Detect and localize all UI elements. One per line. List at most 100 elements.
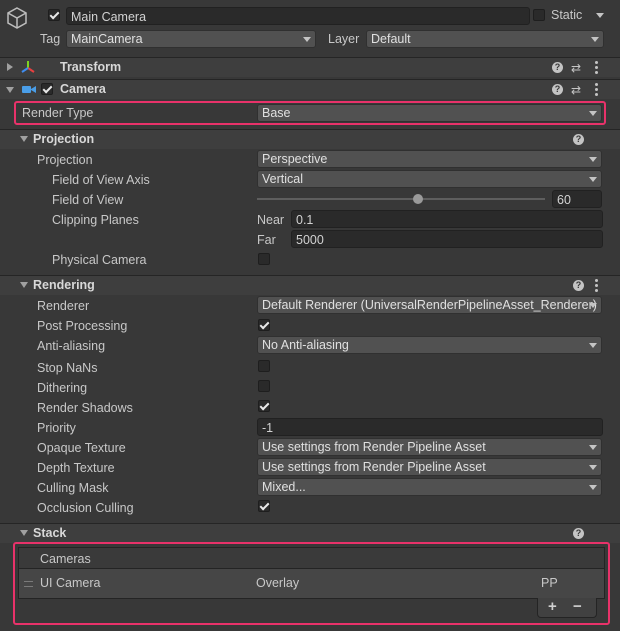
renderer-value: Default Renderer (UniversalRenderPipelin… <box>262 298 597 312</box>
projection-value: Perspective <box>262 152 328 166</box>
opaque-texture-dropdown[interactable]: Use settings from Render Pipeline Asset <box>257 438 602 456</box>
render-type-value: Base <box>262 106 291 120</box>
dithering-checkbox[interactable] <box>258 380 270 392</box>
chevron-down-icon <box>589 111 597 116</box>
fov-slider-track <box>257 198 545 200</box>
culling-mask-dropdown[interactable]: Mixed... <box>257 478 602 496</box>
object-name-field[interactable]: Main Camera <box>66 7 530 25</box>
rendering-header[interactable]: Rendering ? <box>0 275 620 295</box>
physical-camera-label: Physical Camera <box>52 253 147 267</box>
occlusion-culling-label: Occlusion Culling <box>37 501 134 515</box>
preset-icon[interactable]: ⇄ <box>571 61 581 75</box>
fold-down-icon[interactable] <box>20 136 28 142</box>
static-label: Static <box>551 8 583 22</box>
chevron-down-icon <box>589 177 597 182</box>
fold-right-icon[interactable] <box>7 63 13 71</box>
layer-value: Default <box>371 32 411 46</box>
occlusion-culling-checkbox[interactable] <box>258 500 270 512</box>
layer-dropdown[interactable]: Default <box>366 30 604 48</box>
preset-icon[interactable]: ⇄ <box>571 83 581 97</box>
near-label: Near <box>257 213 285 227</box>
projection-dropdown[interactable]: Perspective <box>257 150 602 168</box>
more-options-icon[interactable] <box>595 83 598 98</box>
cameras-list: Cameras UI Camera Overlay PP <box>18 547 605 599</box>
more-options-icon[interactable] <box>595 279 598 294</box>
fov-axis-dropdown[interactable]: Vertical <box>257 170 602 188</box>
fov-value-field[interactable]: 60 <box>552 190 602 208</box>
physical-camera-checkbox[interactable] <box>258 253 270 265</box>
stack-add-remove-footer: + − <box>537 598 597 618</box>
culling-mask-label: Culling Mask <box>37 481 109 495</box>
near-field[interactable]: 0.1 <box>291 210 603 228</box>
renderer-label: Renderer <box>37 299 90 313</box>
fov-label: Field of View <box>52 193 124 207</box>
fov-slider[interactable] <box>257 190 545 208</box>
chevron-down-icon <box>589 465 597 470</box>
stack-header[interactable]: Stack ? <box>0 523 620 543</box>
render-type-label: Render Type <box>22 106 94 120</box>
camera-header[interactable]: Camera ? ⇄ <box>0 79 620 99</box>
list-item[interactable]: UI Camera Overlay PP <box>19 569 604 598</box>
cameras-list-header: Cameras <box>19 548 604 569</box>
tag-value: MainCamera <box>71 32 143 46</box>
transform-icon <box>21 60 35 77</box>
opaque-texture-value: Use settings from Render Pipeline Asset <box>262 440 486 454</box>
chevron-down-icon <box>303 37 311 42</box>
add-camera-button[interactable]: + <box>548 598 557 615</box>
remove-camera-button[interactable]: − <box>573 598 582 615</box>
camera-title: Camera <box>60 82 106 96</box>
drag-handle-icon[interactable] <box>24 581 33 587</box>
chevron-down-icon <box>589 157 597 162</box>
static-dropdown-arrow-icon[interactable] <box>596 13 604 18</box>
help-icon[interactable]: ? <box>552 62 563 73</box>
transform-title: Transform <box>60 60 122 74</box>
chevron-down-icon <box>589 303 597 308</box>
renderer-dropdown[interactable]: Default Renderer (UniversalRenderPipelin… <box>257 296 602 314</box>
anti-aliasing-label: Anti-aliasing <box>37 339 106 353</box>
priority-field[interactable]: -1 <box>257 418 603 436</box>
cameras-list-title: Cameras <box>40 552 91 566</box>
chevron-down-icon <box>589 485 597 490</box>
chevron-down-icon <box>589 343 597 348</box>
tag-dropdown[interactable]: MainCamera <box>66 30 316 48</box>
depth-texture-value: Use settings from Render Pipeline Asset <box>262 460 486 474</box>
stop-nans-checkbox[interactable] <box>258 360 270 372</box>
help-icon[interactable]: ? <box>573 134 584 145</box>
render-shadows-checkbox[interactable] <box>258 400 270 412</box>
transform-header[interactable]: Transform ? ⇄ <box>0 57 620 77</box>
chevron-down-icon <box>589 445 597 450</box>
static-checkbox[interactable] <box>533 9 545 21</box>
rendering-title: Rendering <box>33 278 95 292</box>
stack-camera-type: Overlay <box>256 576 300 590</box>
tag-label: Tag <box>40 32 61 46</box>
opaque-texture-label: Opaque Texture <box>37 441 126 455</box>
render-shadows-label: Render Shadows <box>37 401 133 415</box>
clipping-planes-label: Clipping Planes <box>52 213 139 227</box>
chevron-down-icon <box>591 37 599 42</box>
projection-title: Projection <box>33 132 95 146</box>
anti-aliasing-value: No Anti-aliasing <box>262 338 349 352</box>
culling-mask-value: Mixed... <box>262 480 306 494</box>
projection-header[interactable]: Projection ? <box>0 129 620 149</box>
fov-slider-thumb[interactable] <box>413 194 423 204</box>
far-label: Far <box>257 233 276 247</box>
help-icon[interactable]: ? <box>573 528 584 539</box>
fold-down-icon[interactable] <box>6 87 14 93</box>
fold-down-icon[interactable] <box>20 282 28 288</box>
render-type-dropdown[interactable]: Base <box>257 104 602 122</box>
stop-nans-label: Stop NaNs <box>37 361 98 375</box>
help-icon[interactable]: ? <box>573 280 584 291</box>
fov-axis-value: Vertical <box>262 172 303 186</box>
far-field[interactable]: 5000 <box>291 230 603 248</box>
anti-aliasing-dropdown[interactable]: No Anti-aliasing <box>257 336 602 354</box>
post-processing-checkbox[interactable] <box>258 319 270 331</box>
help-icon[interactable]: ? <box>552 84 563 95</box>
depth-texture-dropdown[interactable]: Use settings from Render Pipeline Asset <box>257 458 602 476</box>
camera-enabled-checkbox[interactable] <box>41 83 53 95</box>
stack-camera-tag: PP <box>541 576 558 590</box>
active-checkbox[interactable] <box>48 9 60 21</box>
post-processing-label: Post Processing <box>37 319 128 333</box>
fov-axis-label: Field of View Axis <box>52 173 150 187</box>
more-options-icon[interactable] <box>595 61 598 76</box>
fold-down-icon[interactable] <box>20 530 28 536</box>
